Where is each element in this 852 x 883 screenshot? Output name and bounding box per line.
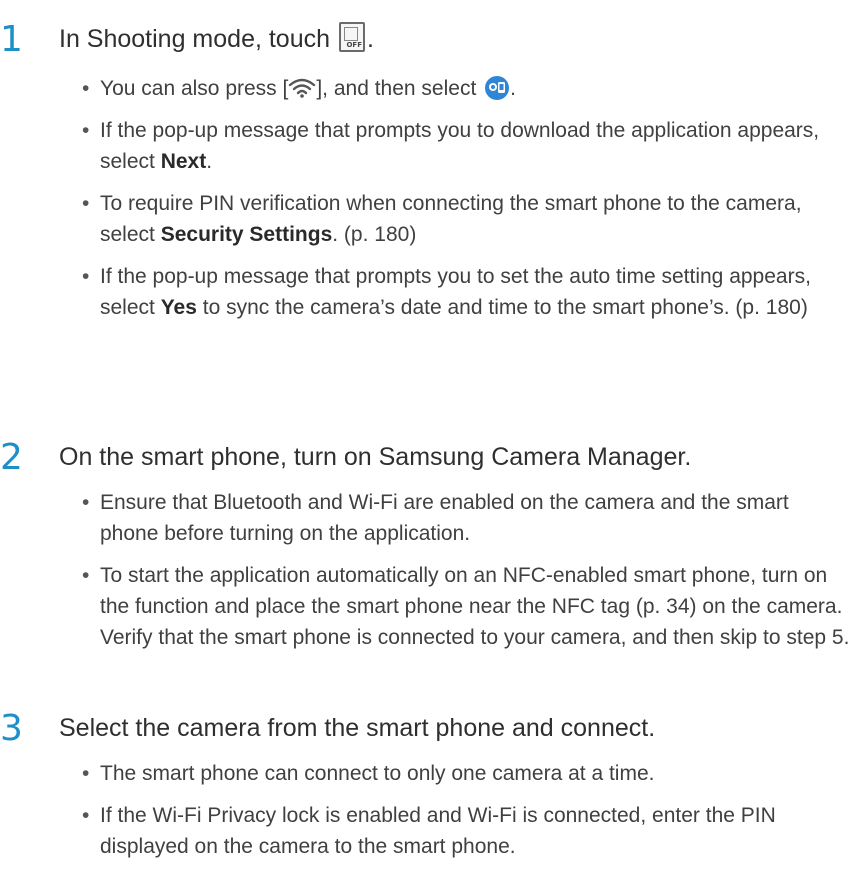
- bold-option-security-settings: Security Settings: [160, 223, 333, 246]
- manual-page: 1 In Shooting mode, touch OFF. You can a…: [0, 0, 852, 883]
- step-title: On the smart phone, turn on Samsung Came…: [59, 443, 692, 471]
- step-bullets: Ensure that Bluetooth and Wi-Fi are enab…: [82, 487, 852, 664]
- bullet-item: The smart phone can connect to only one …: [82, 758, 852, 789]
- camera-manager-app-icon: [485, 76, 510, 100]
- step-title-text: In Shooting mode, touch: [59, 25, 331, 53]
- bullet-item: If the pop-up message that prompts you t…: [82, 261, 852, 323]
- camera-off-icon: OFF: [338, 22, 365, 52]
- bullet-item: If the Wi-Fi Privacy lock is enabled and…: [82, 800, 852, 862]
- bold-option-next: Next: [160, 150, 207, 173]
- bullet-item: To require PIN verification when connect…: [82, 188, 852, 250]
- bullet-item: You can also press [ ], and then select …: [82, 73, 852, 104]
- step-title: Select the camera from the smart phone a…: [59, 714, 656, 742]
- step-title-end: .: [366, 25, 374, 53]
- wifi-icon: [289, 78, 316, 98]
- step-bullets: You can also press [ ], and then select …: [82, 73, 852, 334]
- step-title: In Shooting mode, touch OFF.: [59, 22, 374, 56]
- bullet-item: If the pop-up message that prompts you t…: [82, 115, 852, 177]
- step-number: 1: [0, 19, 23, 60]
- bullet-item: Ensure that Bluetooth and Wi-Fi are enab…: [82, 487, 852, 549]
- bold-option-yes: Yes: [160, 296, 197, 319]
- bullet-item: To start the application automatically o…: [82, 560, 852, 653]
- step-number: 3: [0, 708, 23, 749]
- step-bullets: The smart phone can connect to only one …: [82, 758, 852, 873]
- step-number: 2: [0, 437, 23, 478]
